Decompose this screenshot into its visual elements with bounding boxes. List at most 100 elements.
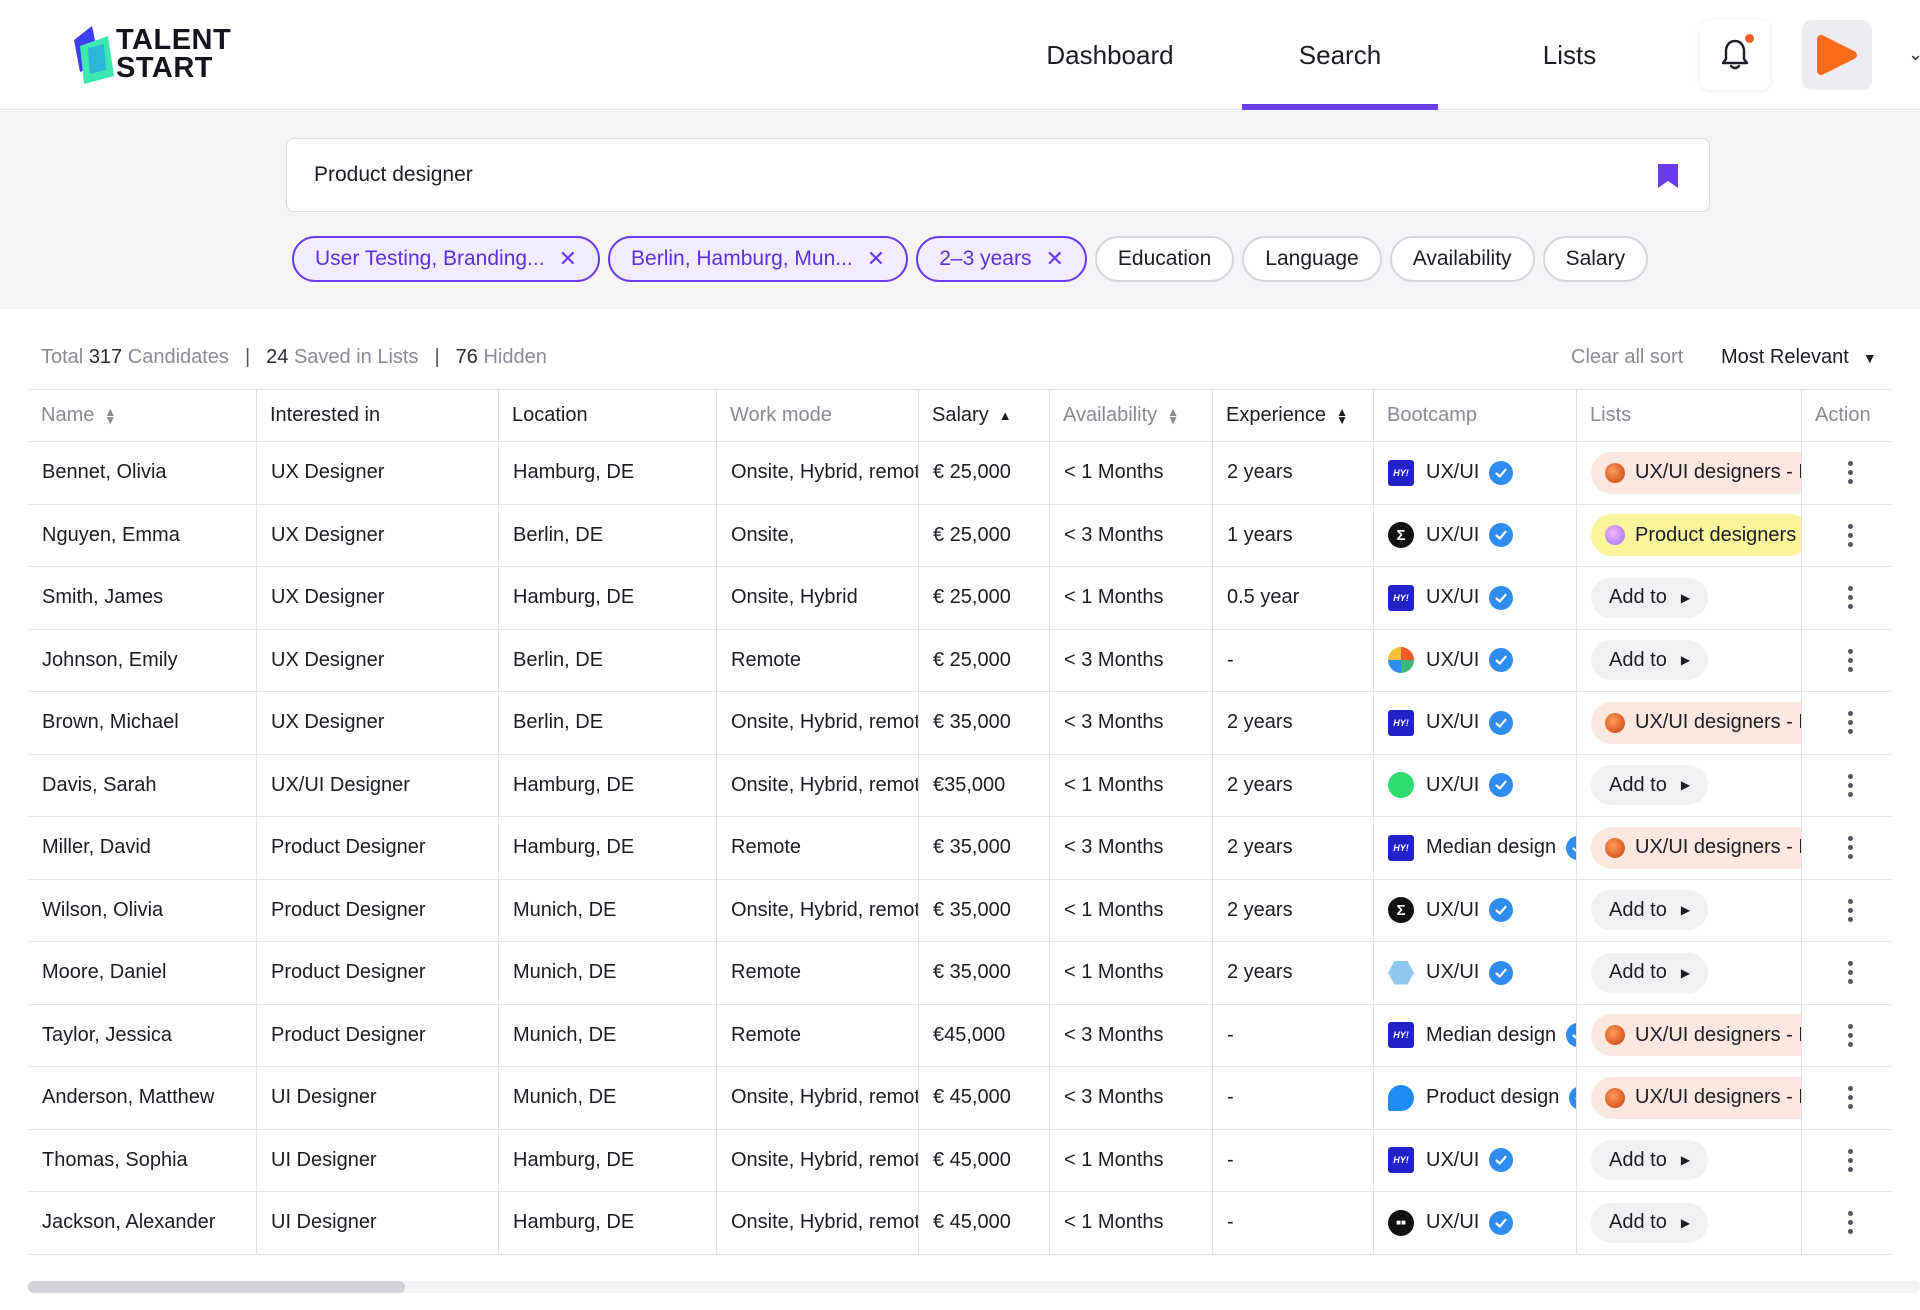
filter-chip-salary[interactable]: Salary xyxy=(1542,236,1649,282)
user-avatar[interactable] xyxy=(1802,20,1872,90)
scrollbar-thumb[interactable] xyxy=(28,1281,405,1293)
remove-filter-icon[interactable]: ✕ xyxy=(1045,246,1063,272)
table-row[interactable]: Moore, Daniel Product Designer Munich, DE R… xyxy=(28,942,1892,1005)
table-row[interactable]: Miller, David Product Designer Hamburg, DE… xyxy=(28,817,1892,880)
clear-all-sort-link[interactable]: Clear all sort xyxy=(1571,346,1683,369)
add-to-list-button[interactable]: Add to ▶ xyxy=(1591,1202,1709,1243)
more-actions-icon[interactable] xyxy=(1848,461,1853,485)
sort-asc-icon[interactable]: ▲ xyxy=(999,409,1012,422)
more-actions-icon[interactable] xyxy=(1848,523,1853,547)
cell-name[interactable]: Nguyen, Emma xyxy=(28,504,257,566)
remove-filter-icon[interactable]: ✕ xyxy=(867,246,885,272)
add-to-list-button[interactable]: Add to ▶ xyxy=(1591,640,1709,681)
cell-name[interactable]: Davis, Sarah xyxy=(28,754,257,816)
cell-name[interactable]: Smith, James xyxy=(28,567,257,629)
table-row[interactable]: Johnson, Emily UX Designer Berlin, DE Remot… xyxy=(28,629,1892,692)
list-tag[interactable]: UX/UI designers - Berlin xyxy=(1591,701,1801,744)
cell-name[interactable]: Thomas, Sophia xyxy=(28,1129,257,1191)
table-row[interactable]: Bennet, Olivia UX Designer Hamburg, DE Onsi… xyxy=(28,442,1892,505)
filter-chip-skills[interactable]: User Testing, Branding... ✕ xyxy=(292,236,601,282)
add-to-list-button[interactable]: Add to ▶ xyxy=(1591,890,1709,931)
table-row[interactable]: Jackson, Alexander UI Designer Hamburg, DE… xyxy=(28,1192,1892,1255)
table-row[interactable]: Davis, Sarah UX/UI Designer Hamburg, DE Ons… xyxy=(28,754,1892,817)
caret-down-icon: ▼ xyxy=(1862,349,1877,366)
table-row[interactable]: Thomas, Sophia UI Designer Hamburg, DE Onsi… xyxy=(28,1129,1892,1192)
more-actions-icon[interactable] xyxy=(1848,1023,1853,1047)
more-actions-icon[interactable] xyxy=(1848,586,1853,610)
column-header-location[interactable]: Location xyxy=(499,390,717,441)
filter-chip-language[interactable]: Language xyxy=(1242,236,1382,282)
table-row[interactable]: Brown, Michael UX Designer Berlin, DE Onsit… xyxy=(28,692,1892,755)
remove-filter-icon[interactable]: ✕ xyxy=(559,246,577,272)
add-to-list-button[interactable]: Add to ▶ xyxy=(1591,952,1709,993)
cell-location: Hamburg, DE xyxy=(499,754,717,816)
cell-name[interactable]: Bennet, Olivia xyxy=(28,442,257,504)
filter-chip-availability[interactable]: Availability xyxy=(1389,236,1535,282)
more-actions-icon[interactable] xyxy=(1848,648,1853,672)
column-header-work-mode[interactable]: Work mode xyxy=(717,390,919,441)
cell-name[interactable]: Brown, Michael xyxy=(28,692,257,754)
cell-work-mode: Onsite, xyxy=(717,504,919,566)
column-header-salary[interactable]: Salary ▲ xyxy=(919,390,1050,441)
more-actions-icon[interactable] xyxy=(1848,1086,1853,1110)
bookmark-icon[interactable] xyxy=(1657,163,1679,189)
notification-dot xyxy=(1745,34,1754,43)
column-header-label: Work mode xyxy=(730,404,832,426)
list-tag[interactable]: UX/UI designers - Berlin xyxy=(1591,451,1801,494)
cell-lists: Add to ▶ xyxy=(1577,1129,1802,1191)
more-actions-icon[interactable] xyxy=(1848,961,1853,985)
sort-toggle-icon[interactable]: ▲ ▼ xyxy=(1336,406,1348,426)
more-actions-icon[interactable] xyxy=(1848,836,1853,860)
list-tag[interactable]: UX/UI designers - Berlin xyxy=(1591,1014,1801,1057)
filter-chip-experience[interactable]: 2–3 years ✕ xyxy=(916,236,1087,282)
table-row[interactable]: Smith, James UX Designer Hamburg, DE Onsite… xyxy=(28,567,1892,630)
add-to-list-button[interactable]: Add to ▶ xyxy=(1591,765,1709,806)
notifications-button[interactable] xyxy=(1700,20,1770,90)
tab-lists[interactable]: Lists xyxy=(1512,0,1627,110)
list-tag[interactable]: Product designers xyxy=(1591,514,1801,557)
cell-name[interactable]: Anderson, Matthew xyxy=(28,1067,257,1129)
table-row[interactable]: Taylor, Jessica Product Designer Munich, D… xyxy=(28,1004,1892,1067)
cell-salary: € 35,000 xyxy=(919,817,1050,879)
sort-dropdown[interactable]: Most Relevant ▼ xyxy=(1721,346,1877,369)
talent-start-logo[interactable]: TALENT START xyxy=(70,24,240,88)
sort-toggle-icon[interactable]: ▲ ▼ xyxy=(1167,406,1179,426)
more-actions-icon[interactable] xyxy=(1848,1211,1853,1235)
column-header-experience[interactable]: Experience ▲ ▼ xyxy=(1213,390,1374,441)
horizontal-scrollbar[interactable] xyxy=(28,1281,1920,1293)
column-header-availability[interactable]: Availability ▲ ▼ xyxy=(1050,390,1213,441)
cell-name[interactable]: Wilson, Olivia xyxy=(28,879,257,941)
cell-name[interactable]: Taylor, Jessica xyxy=(28,1004,257,1066)
search-input[interactable] xyxy=(314,163,1614,187)
more-actions-icon[interactable] xyxy=(1848,898,1853,922)
table-row[interactable]: Wilson, Olivia Product Designer Munich, DE… xyxy=(28,879,1892,942)
tab-search[interactable]: Search xyxy=(1242,0,1438,110)
search-area: User Testing, Branding... ✕ Berlin, Hamb… xyxy=(0,111,1920,309)
tab-dashboard[interactable]: Dashboard xyxy=(1020,0,1200,110)
more-actions-icon[interactable] xyxy=(1848,1148,1853,1172)
table-row[interactable]: Nguyen, Emma UX Designer Berlin, DE Onsite,… xyxy=(28,504,1892,567)
search-box[interactable] xyxy=(286,138,1710,212)
cell-lists: Add to ▶ xyxy=(1577,754,1802,816)
cell-name[interactable]: Miller, David xyxy=(28,817,257,879)
filter-chip-education[interactable]: Education xyxy=(1094,236,1235,282)
add-to-list-button[interactable]: Add to ▶ xyxy=(1591,1140,1709,1181)
list-tag[interactable]: UX/UI designers - Berlin xyxy=(1591,826,1801,869)
cell-name[interactable]: Jackson, Alexander xyxy=(28,1192,257,1254)
more-actions-icon[interactable] xyxy=(1848,711,1853,735)
column-header-bootcamp[interactable]: Bootcamp xyxy=(1374,390,1577,441)
cell-name[interactable]: Johnson, Emily xyxy=(28,629,257,691)
add-to-list-button[interactable]: Add to ▶ xyxy=(1591,577,1709,618)
column-header-interested[interactable]: Interested in xyxy=(257,390,499,441)
cell-name[interactable]: Moore, Daniel xyxy=(28,942,257,1004)
table-row[interactable]: Anderson, Matthew UI Designer Munich, DE On… xyxy=(28,1067,1892,1130)
filter-chip-location[interactable]: Berlin, Hamburg, Mun... ✕ xyxy=(608,236,909,282)
column-header-lists[interactable]: Lists xyxy=(1577,390,1802,441)
account-chevron-down-icon[interactable]: ⌄ xyxy=(1908,44,1920,65)
add-to-label: Add to xyxy=(1609,648,1667,671)
column-header-name[interactable]: Name ▲ ▼ xyxy=(28,390,257,441)
summary-separator: | xyxy=(244,346,251,368)
more-actions-icon[interactable] xyxy=(1848,773,1853,797)
list-tag[interactable]: UX/UI designers - Berlin xyxy=(1591,1076,1801,1119)
sort-toggle-icon[interactable]: ▲ ▼ xyxy=(104,406,116,426)
